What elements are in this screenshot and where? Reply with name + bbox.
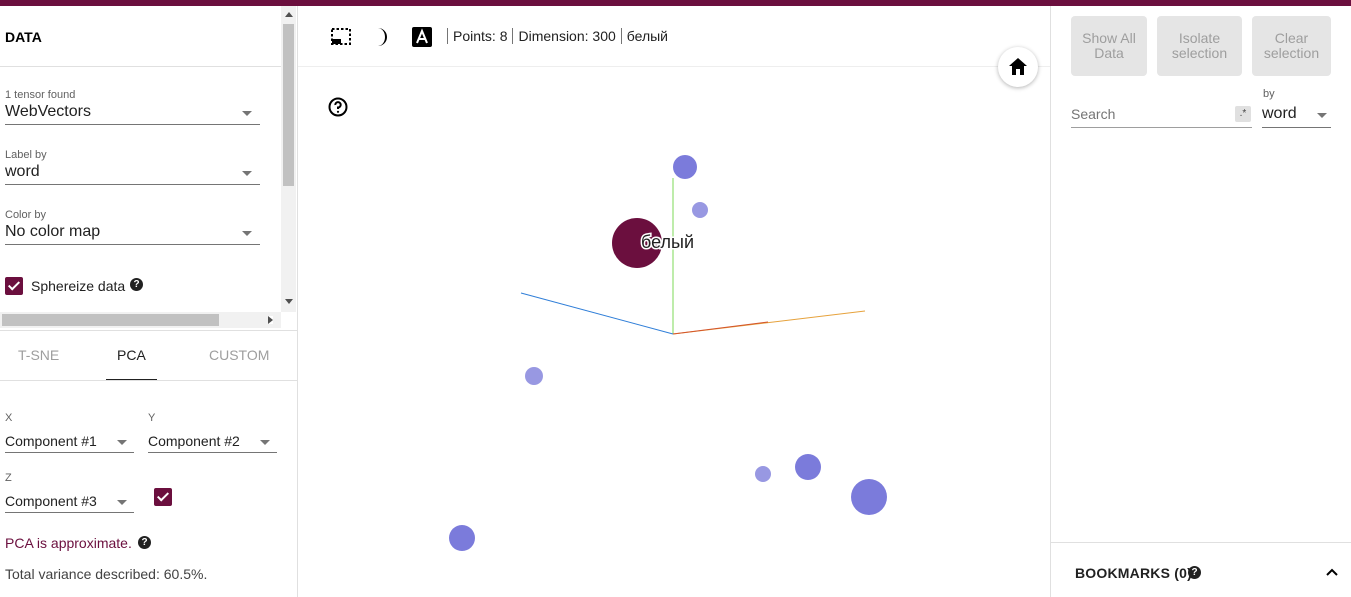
pca-x-field: X Component #1 [5, 412, 134, 453]
pca-approximate-note: PCA is approximate. [5, 535, 132, 551]
data-section-title: DATA [5, 29, 42, 45]
pca-y-field: Y Component #2 [148, 412, 277, 453]
pca-y-select[interactable]: Component #2 [148, 431, 277, 453]
data-point [795, 454, 821, 480]
divider [0, 330, 297, 331]
data-panel: DATA 1 tensor found WebVectors Label by … [0, 6, 298, 597]
color-by-label: Color by [5, 209, 46, 221]
label-by-label: Label by [5, 149, 47, 161]
home-icon [1009, 58, 1027, 75]
label-by-field: Label by word [5, 149, 260, 185]
search-by-label: by [1263, 88, 1275, 100]
tensor-select-value: WebVectors [5, 103, 91, 120]
reset-view-button[interactable] [998, 47, 1038, 87]
pca-x-value: Component #1 [5, 433, 97, 449]
pca-z-field: Z Component #3 [5, 472, 134, 513]
dropdown-arrow-icon [117, 440, 127, 445]
tab-custom[interactable]: CUSTOM [209, 347, 269, 363]
clear-selection-button[interactable]: Clear selection [1252, 16, 1331, 76]
z-axis-line [520, 292, 674, 335]
data-point [449, 525, 475, 551]
data-point [755, 466, 771, 482]
help-icon[interactable]: ? [138, 536, 151, 549]
regex-toggle-button[interactable]: .* [1235, 106, 1251, 122]
sphereize-label: Sphereize data [31, 278, 126, 294]
data-section: DATA 1 tensor found WebVectors Label by … [0, 6, 296, 330]
color-by-select[interactable]: No color map [5, 221, 260, 245]
tensor-select[interactable]: WebVectors [5, 101, 260, 125]
horizontal-scrollbar[interactable] [0, 312, 281, 328]
search-by-select[interactable]: word [1262, 103, 1331, 128]
divider [0, 380, 297, 381]
data-point [525, 367, 543, 385]
vertical-scrollbar[interactable] [281, 6, 296, 312]
label-by-select[interactable]: word [5, 161, 260, 185]
isolate-selection-button[interactable]: Isolate selection [1157, 16, 1242, 76]
scroll-down-icon[interactable] [285, 299, 293, 304]
scroll-up-icon[interactable] [285, 12, 293, 17]
pca-z-enable-checkbox[interactable] [154, 488, 172, 506]
search-field: .* [1071, 102, 1252, 128]
pca-z-value: Component #3 [5, 493, 97, 509]
pca-y-value: Component #2 [148, 433, 240, 449]
color-by-value: No color map [5, 223, 101, 240]
pca-z-label: Z [5, 472, 12, 484]
data-point [673, 155, 697, 179]
show-all-data-button[interactable]: Show All Data [1071, 16, 1147, 76]
x-axis-line [672, 321, 769, 335]
3d-scatter-canvas[interactable]: белый [298, 6, 1050, 597]
scrollbar-thumb[interactable] [283, 24, 294, 186]
tab-pca[interactable]: PCA [117, 347, 146, 363]
bookmarks-panel[interactable]: BOOKMARKS (0) ? [1051, 542, 1351, 597]
dropdown-arrow-icon [260, 440, 270, 445]
projection-view: Points: 8 Dimension: 300 белый белый [298, 6, 1050, 597]
pca-x-select[interactable]: Component #1 [5, 431, 134, 453]
color-by-field: Color by No color map [5, 209, 260, 245]
bookmarks-title: BOOKMARKS (0) [1075, 565, 1192, 581]
help-icon[interactable]: ? [1188, 566, 1201, 579]
dropdown-arrow-icon [242, 111, 252, 116]
scroll-right-icon[interactable] [268, 316, 273, 324]
divider [0, 66, 281, 67]
dropdown-arrow-icon [117, 500, 127, 505]
help-icon[interactable] [328, 97, 348, 117]
pca-z-select[interactable]: Component #3 [5, 491, 134, 513]
variance-described: Total variance described: 60.5%. [5, 566, 208, 582]
dropdown-arrow-icon [1317, 113, 1327, 118]
inspector-panel: Show All Data Isolate selection Clear selec… [1050, 6, 1351, 597]
tensor-count-label: 1 tensor found [5, 89, 76, 101]
selected-point-label: белый [641, 232, 694, 252]
help-icon[interactable]: ? [130, 278, 143, 291]
pca-x-label: X [5, 412, 13, 424]
label-by-value: word [5, 163, 40, 180]
tensor-field: 1 tensor found WebVectors [5, 89, 260, 125]
scrollbar-thumb[interactable] [2, 314, 219, 326]
sphereize-checkbox[interactable] [5, 277, 23, 295]
search-by-value: word [1262, 105, 1297, 122]
dropdown-arrow-icon [242, 231, 252, 236]
data-point [692, 202, 708, 218]
tab-tsne[interactable]: T-SNE [18, 347, 59, 363]
data-point [851, 479, 887, 515]
search-input[interactable] [1071, 102, 1231, 126]
pca-y-label: Y [148, 412, 156, 424]
chevron-up-icon[interactable] [1325, 565, 1339, 579]
dropdown-arrow-icon [242, 171, 252, 176]
